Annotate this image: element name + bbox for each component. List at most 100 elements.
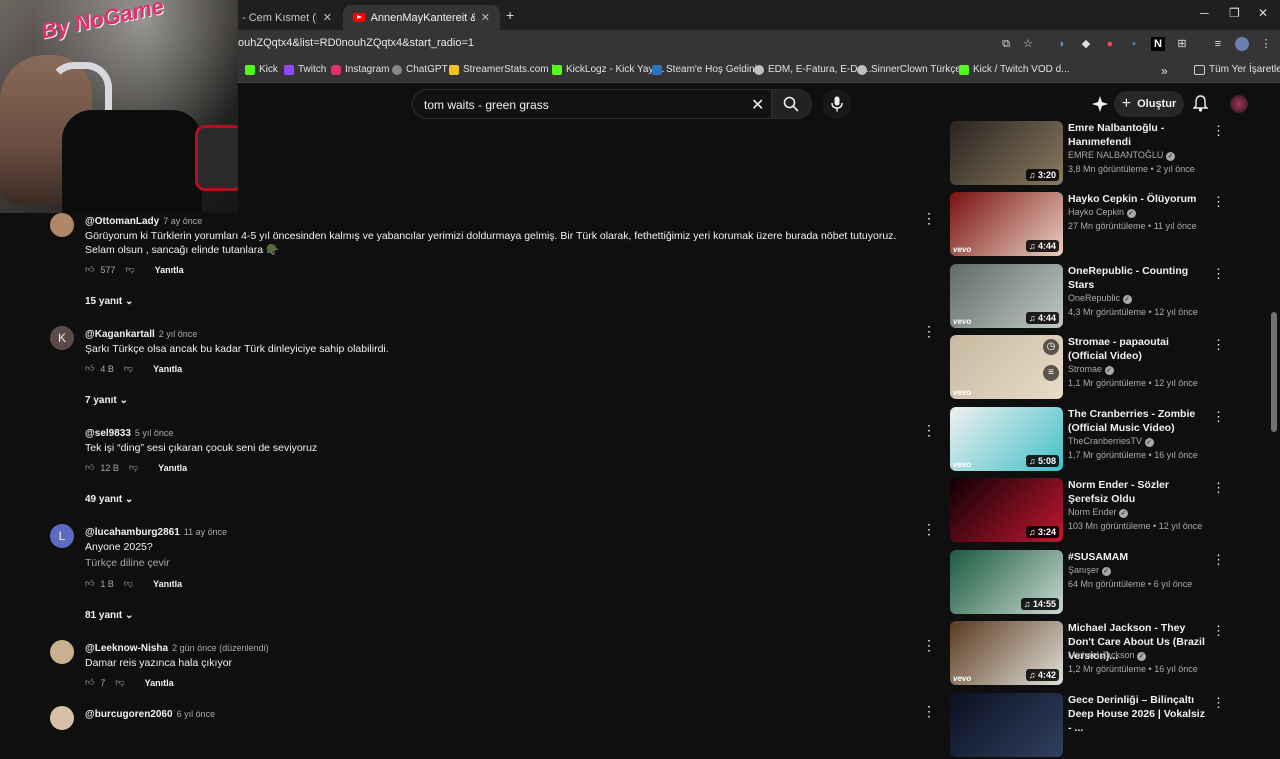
extension-icon[interactable]: ● (1103, 37, 1117, 51)
tab-close-icon[interactable]: ✕ (323, 11, 332, 24)
video-title[interactable]: #SUSAMAM (1068, 550, 1206, 564)
url-field[interactable]: ouhZQqtx4&list=RD0nouhZQqtx4&start_radio… (238, 37, 474, 49)
bookmark-kick-twitch-vod[interactable]: Kick / Twitch VOD d... (959, 64, 1070, 75)
comment-menu-icon[interactable]: ⋮ (922, 704, 936, 718)
bookmark-sinnerclown[interactable]: SinnerClown Türkçe... (857, 64, 969, 75)
dislike-icon[interactable]: 👎︎ (124, 578, 133, 589)
bookmark-streamerstats[interactable]: StreamerStats.com |... (449, 64, 562, 75)
all-bookmarks-folder[interactable]: Tüm Yer İşaretleri (1194, 64, 1280, 75)
like-icon[interactable]: 👍︎ (85, 578, 94, 589)
extensions-puzzle-icon[interactable]: ⊞ (1175, 37, 1189, 51)
recommended-video[interactable]: Gece Derinliği – Bilinçaltı Deep House 2… (950, 693, 1225, 759)
comment-author[interactable]: @sel9833 (85, 428, 131, 439)
media-control-icon[interactable]: ≡ (1211, 37, 1225, 51)
video-menu-icon[interactable]: ⋮ (1212, 623, 1225, 639)
channel-name[interactable]: TheCranberriesTV ✓ (1068, 436, 1154, 447)
like-icon[interactable]: 👍︎ (85, 264, 94, 275)
extension-icon[interactable]: ◆ (1079, 37, 1093, 51)
recommended-video[interactable]: vevo ♫ 5:08 The Cranberries - Zombie (Offi… (950, 407, 1225, 473)
bookmarks-overflow-button[interactable]: » (1161, 64, 1168, 78)
recommended-video[interactable]: ♫ 3:20 Emre Nalbantoğlu - Hanımefendi EMRE… (950, 121, 1225, 187)
like-icon[interactable]: 👍︎ (85, 677, 94, 688)
comment-author[interactable]: @lucahamburg2861 (85, 527, 180, 538)
video-thumbnail[interactable]: ♫ 3:24 (950, 478, 1063, 542)
profile-avatar[interactable] (1235, 37, 1249, 51)
recommended-video[interactable]: ♫ 3:24 Norm Ender - Sözler Şerefsiz Oldu N… (950, 478, 1225, 544)
bookmark-kicklogz[interactable]: KickLogz - Kick Yayı... (552, 64, 665, 75)
comment-menu-icon[interactable]: ⋮ (922, 638, 936, 652)
video-menu-icon[interactable]: ⋮ (1212, 337, 1225, 353)
comment-menu-icon[interactable]: ⋮ (922, 211, 936, 225)
bookmark-instagram[interactable]: Instagram (331, 64, 389, 75)
video-title[interactable]: Stromae - papaoutai (Official Video) (1068, 335, 1206, 363)
recommended-video[interactable]: ♫ 14:55 #SUSAMAM Şanışer ✓ 64 Mn görüntülem… (950, 550, 1225, 616)
channel-name[interactable]: Hayko Cepkin ✓ (1068, 207, 1136, 218)
gemini-sparkle-icon[interactable] (1092, 96, 1108, 115)
view-replies-button[interactable]: 81 yanıt ⌄ (85, 610, 133, 621)
dislike-icon[interactable]: 👎︎ (115, 677, 124, 688)
star-bookmark-icon[interactable]: ☆ (1021, 37, 1035, 51)
recommended-video[interactable]: vevo ♫ 4:44 Hayko Cepkin - Ölüyorum Hayko C… (950, 192, 1225, 258)
comment-menu-icon[interactable]: ⋮ (922, 324, 936, 338)
reply-button[interactable]: Yanıtla (158, 463, 187, 473)
comment-menu-icon[interactable]: ⋮ (922, 522, 936, 536)
video-menu-icon[interactable]: ⋮ (1212, 266, 1225, 282)
video-thumbnail[interactable]: vevo ♫ 4:44 (950, 192, 1063, 256)
bookmark-steam[interactable]: Steam'e Hoş Geldiniz (652, 64, 762, 75)
translate-link[interactable]: Türkçe diline çevir (85, 556, 925, 570)
comment-time[interactable]: 11 ay önce (184, 527, 227, 537)
video-thumbnail[interactable]: vevo ◷ ≡ (950, 335, 1063, 399)
channel-name[interactable]: Michael Jackson ✓ (1068, 650, 1147, 661)
comment-avatar[interactable]: K (50, 326, 74, 350)
dislike-icon[interactable]: 👎︎ (129, 462, 138, 473)
tab-close-icon[interactable]: ✕ (481, 11, 490, 24)
bookmark-kick[interactable]: Kick (245, 64, 278, 75)
video-thumbnail[interactable]: ♫ 14:55 (950, 550, 1063, 614)
video-menu-icon[interactable]: ⋮ (1212, 480, 1225, 496)
video-title[interactable]: The Cranberries - Zombie (Official Music… (1068, 407, 1206, 435)
reply-button[interactable]: Yanıtla (145, 678, 174, 688)
channel-name[interactable]: Norm Ender ✓ (1068, 507, 1129, 518)
reply-button[interactable]: Yanıtla (153, 579, 182, 589)
scrollbar-thumb[interactable] (1271, 312, 1277, 432)
dislike-icon[interactable]: 👎︎ (125, 264, 134, 275)
video-menu-icon[interactable]: ⋮ (1212, 695, 1225, 711)
like-icon[interactable]: 👍︎ (85, 462, 94, 473)
comment-time[interactable]: 2 yıl önce (159, 329, 198, 339)
create-button[interactable]: + Oluştur (1114, 91, 1184, 117)
video-title[interactable]: Emre Nalbantoğlu - Hanımefendi (1068, 121, 1206, 149)
comment-author[interactable]: @burcugoren2060 (85, 709, 173, 720)
reply-button[interactable]: Yanıtla (155, 265, 184, 275)
comment-author[interactable]: @OttomanLady (85, 216, 159, 227)
recommended-video[interactable]: vevo ♫ 4:44 OneRepublic - Counting Stars On… (950, 264, 1225, 330)
recommended-video[interactable]: vevo ◷ ≡ Stromae - papaoutai (Official Vide… (950, 335, 1225, 401)
video-thumbnail[interactable]: vevo ♫ 4:42 (950, 621, 1063, 685)
clear-search-icon[interactable]: ✕ (751, 95, 764, 115)
channel-name[interactable]: Şanışer ✓ (1068, 565, 1111, 576)
comment-time[interactable]: 2 gün önce (düzenlendi) (172, 643, 269, 653)
browser-tab-cem-kismet[interactable]: - Cem Kısmet (Pilli Bebek) ✕ (232, 5, 342, 30)
view-replies-button[interactable]: 15 yanıt ⌄ (85, 296, 133, 307)
extension-icon[interactable]: ◗ (1055, 37, 1069, 51)
browser-tab-active[interactable]: AnnenMayKantereit & K.I.Z. - H ✕ (343, 5, 500, 30)
search-input[interactable]: tom waits - green grass ✕ (412, 89, 772, 119)
view-replies-button[interactable]: 49 yanıt ⌄ (85, 494, 133, 505)
comment-avatar[interactable] (50, 213, 74, 237)
video-thumbnail[interactable]: vevo ♫ 5:08 (950, 407, 1063, 471)
video-title[interactable]: OneRepublic - Counting Stars (1068, 264, 1206, 292)
channel-name[interactable]: OneRepublic ✓ (1068, 293, 1132, 304)
maximize-icon[interactable]: ❐ (1229, 6, 1240, 20)
minimize-icon[interactable]: ─ (1200, 6, 1209, 20)
view-replies-button[interactable]: 7 yanıt ⌄ (85, 395, 128, 406)
comment-time[interactable]: 7 ay önce (163, 216, 202, 226)
voice-search-button[interactable] (822, 89, 852, 119)
channel-name[interactable]: EMRE NALBANTOĞLU ✓ (1068, 150, 1175, 161)
notifications-bell-icon[interactable] (1192, 95, 1209, 115)
video-menu-icon[interactable]: ⋮ (1212, 123, 1225, 139)
video-menu-icon[interactable]: ⋮ (1212, 409, 1225, 425)
comment-time[interactable]: 5 yıl önce (135, 428, 174, 438)
video-thumbnail[interactable]: ♫ 3:20 (950, 121, 1063, 185)
account-avatar[interactable] (1230, 95, 1248, 113)
notion-extension-icon[interactable]: N (1151, 37, 1165, 51)
video-title[interactable]: Gece Derinliği – Bilinçaltı Deep House 2… (1068, 693, 1206, 735)
